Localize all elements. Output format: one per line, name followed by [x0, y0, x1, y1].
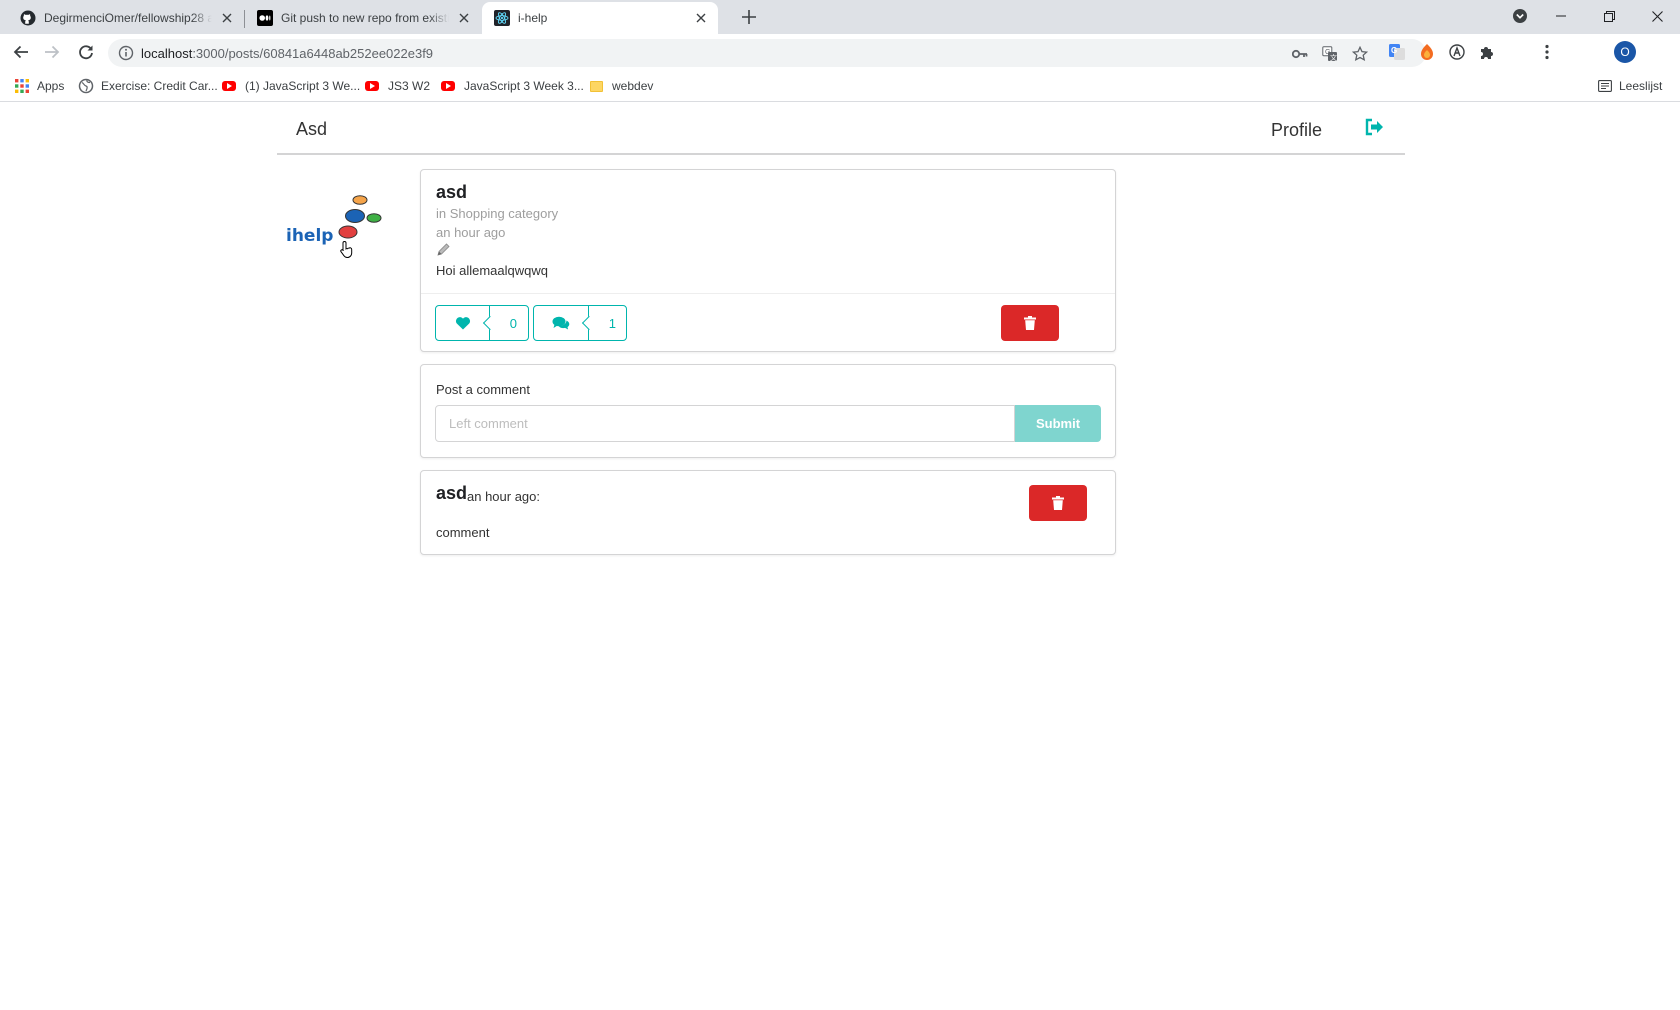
arrow-left-icon: [13, 45, 28, 59]
comment-author: asd: [436, 483, 468, 503]
delete-comment-button[interactable]: [1029, 485, 1087, 521]
ihelp-logo[interactable]: ihelp: [285, 190, 385, 260]
post-body: Hoi allemaalqwqwq: [436, 263, 548, 278]
delete-post-button[interactable]: [1001, 305, 1059, 341]
globe-icon: [78, 78, 94, 94]
url-text: localhost:3000/posts/60841a6448ab252ee02…: [141, 46, 434, 61]
bookmark-label: webdev: [612, 79, 654, 93]
comment-input[interactable]: [435, 405, 1015, 442]
close-tab-icon[interactable]: [218, 9, 236, 27]
post-card: asd in Shopping category an hour ago Hoi…: [420, 169, 1116, 352]
new-tab-button[interactable]: [738, 6, 760, 28]
medium-icon: [257, 10, 273, 26]
close-icon: [1651, 10, 1663, 22]
reload-button[interactable]: [74, 40, 98, 64]
reload-icon: [79, 45, 93, 60]
post-author: asd: [436, 182, 468, 202]
bookmark-label: JavaScript 3 Week 3...: [464, 79, 584, 93]
restore-button[interactable]: [1586, 0, 1632, 32]
reading-list-button[interactable]: Leeslijst: [1598, 78, 1662, 94]
trash-icon: [1024, 316, 1036, 330]
bookmark-label: JS3 W2: [388, 79, 431, 93]
restore-icon: [1603, 10, 1615, 22]
kebab-menu-icon[interactable]: [1536, 41, 1558, 63]
comment-time: an hour ago:: [467, 489, 541, 504]
like-button[interactable]: 0: [435, 305, 529, 341]
tab-github[interactable]: DegirmenciOmer/fellowship28 at: [8, 2, 244, 34]
close-tab-icon[interactable]: [455, 9, 473, 27]
bookmark-apps[interactable]: Apps: [14, 78, 64, 94]
bookmark-javascript-3-we[interactable]: (1) JavaScript 3 We...: [221, 78, 360, 94]
apps-grid-icon: [15, 79, 29, 93]
forward-button[interactable]: [40, 40, 64, 64]
sign-out-icon: [1365, 118, 1383, 136]
browser-tab-strip: DegirmenciOmer/fellowship28 at Git push …: [0, 0, 1680, 34]
youtube-icon: [365, 81, 379, 91]
account-a-extension-icon[interactable]: [1446, 41, 1468, 63]
bookmark-javascript-3-week-3[interactable]: JavaScript 3 Week 3...: [440, 78, 584, 94]
tab-title: DegirmenciOmer/fellowship28 at: [44, 11, 212, 25]
star-icon[interactable]: [1351, 45, 1369, 63]
like-icon-wrap: [436, 306, 490, 340]
comment-body: comment: [436, 525, 490, 540]
reading-list-label: Leeslijst: [1619, 79, 1663, 93]
post-time: an hour ago: [436, 225, 506, 240]
chevron-down-circle-icon: [1513, 9, 1527, 23]
svg-text:G: G: [1391, 46, 1397, 55]
comments-icon-wrap: [534, 306, 590, 340]
top-navigation: Asd Profile: [277, 103, 1405, 155]
bookmark-exercise[interactable]: Exercise: Credit Car...: [78, 78, 218, 94]
puzzle-extensions-icon[interactable]: [1476, 41, 1498, 63]
logo-text: ihelp: [286, 226, 333, 246]
bookmark-label: (1) JavaScript 3 We...: [245, 79, 361, 93]
address-bar[interactable]: localhost:3000/posts/60841a6448ab252ee02…: [108, 39, 1426, 67]
reading-list-icon: [1598, 80, 1612, 92]
react-icon: [494, 10, 510, 26]
info-icon[interactable]: [118, 45, 134, 61]
minimize-button[interactable]: [1538, 0, 1584, 32]
translate-icon[interactable]: G文: [1321, 45, 1339, 63]
minimize-icon: [1556, 15, 1566, 17]
comment-item: asd an hour ago: comment: [420, 470, 1116, 555]
bookmark-js3-w2[interactable]: JS3 W2: [364, 78, 430, 94]
profile-avatar[interactable]: O: [1614, 41, 1636, 63]
nav-brand-link[interactable]: Asd: [296, 119, 327, 140]
bookmarks-bar: Apps Exercise: Credit Car... (1) JavaScr…: [0, 70, 1680, 102]
bookmark-label: Exercise: Credit Car...: [101, 79, 218, 93]
hand-pointer-cursor-icon: [340, 240, 353, 258]
browser-toolbar: localhost:3000/posts/60841a6448ab252ee02…: [0, 34, 1680, 70]
key-icon[interactable]: [1291, 45, 1309, 63]
google-translate-extension-icon[interactable]: G: [1386, 41, 1408, 63]
tab-title: Git push to new repo from existing: [281, 11, 449, 25]
trash-icon: [1052, 496, 1064, 510]
submit-comment-button[interactable]: Submit: [1015, 405, 1101, 442]
close-tab-icon[interactable]: [692, 9, 710, 27]
tab-i-help[interactable]: i-help: [482, 2, 718, 34]
nav-profile-link[interactable]: Profile: [1271, 120, 1322, 141]
comment-form: Post a comment Submit: [420, 364, 1116, 458]
heart-icon: [455, 317, 470, 330]
youtube-icon: [441, 81, 455, 91]
comments-icon: [552, 316, 570, 330]
bookmark-label: Apps: [37, 79, 65, 93]
close-window-button[interactable]: [1634, 0, 1680, 32]
youtube-icon: [222, 81, 236, 91]
comment-form-label: Post a comment: [436, 382, 530, 397]
folder-icon: [590, 80, 603, 92]
arrow-right-icon: [45, 45, 60, 59]
github-icon: [20, 10, 36, 26]
svg-text:文: 文: [1330, 53, 1337, 62]
pencil-edit-icon[interactable]: [436, 242, 451, 257]
tab-title: i-help: [518, 11, 548, 25]
bookmark-webdev[interactable]: webdev: [589, 78, 653, 94]
honey-extension-icon[interactable]: [1416, 41, 1438, 63]
tab-medium[interactable]: Git push to new repo from existing: [245, 2, 481, 34]
back-button[interactable]: [9, 40, 33, 64]
logout-button[interactable]: [1364, 118, 1384, 136]
post-actions: 0 1: [421, 293, 1115, 351]
post-category: in Shopping category: [436, 206, 559, 221]
comments-button[interactable]: 1: [533, 305, 627, 341]
tab-search-button[interactable]: [1498, 0, 1542, 32]
